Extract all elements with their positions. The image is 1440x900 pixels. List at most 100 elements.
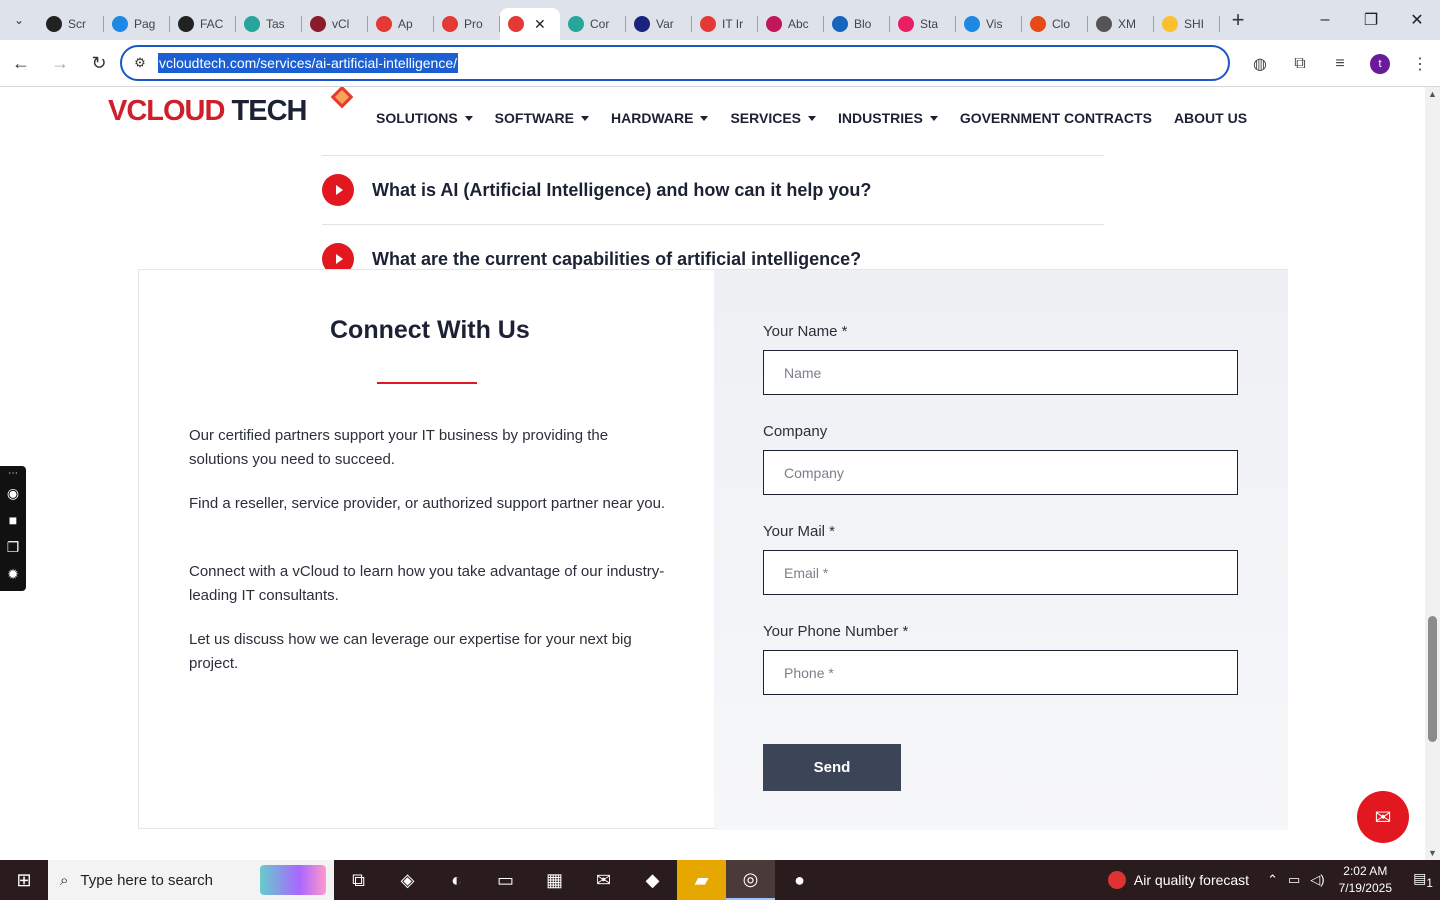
tray-icons: ⌃ ▭ ◁): [1267, 872, 1325, 888]
name-field[interactable]: [763, 350, 1238, 395]
reload-button[interactable]: ↻: [81, 45, 117, 81]
chat-icon: ✉: [1374, 806, 1392, 829]
tab[interactable]: Abc: [758, 8, 824, 40]
copilot-icon: ◈: [400, 869, 415, 890]
nav-item-services[interactable]: SERVICES: [730, 110, 817, 126]
tab-favicon-icon: [766, 16, 782, 32]
nav-item-government-contracts[interactable]: GOVERNMENT CONTRACTS: [960, 110, 1152, 126]
forward-button[interactable]: →: [42, 45, 78, 81]
tab-favicon-icon: [442, 16, 458, 32]
tab-favicon-icon: [700, 16, 716, 32]
file-explorer-button[interactable]: ▭: [481, 860, 530, 900]
translate-icon[interactable]: ◍: [1240, 54, 1280, 74]
scroll-thumb[interactable]: [1428, 616, 1437, 742]
scroll-up-icon[interactable]: ▲: [1425, 87, 1440, 101]
store-button[interactable]: ▦: [530, 860, 579, 900]
tab[interactable]: Vis: [956, 8, 1022, 40]
edge-button[interactable]: ◐: [432, 860, 481, 900]
tab[interactable]: Tas: [236, 8, 302, 40]
tab[interactable]: XM: [1088, 8, 1154, 40]
tab[interactable]: Ap: [368, 8, 434, 40]
window-icon[interactable]: ❐: [7, 534, 20, 561]
phone-field[interactable]: [763, 650, 1238, 695]
faq-item[interactable]: What is AI (Artificial Intelligence) and…: [322, 174, 871, 206]
nav-item-about-us[interactable]: ABOUT US: [1174, 110, 1247, 126]
tab-active[interactable]: ✕: [500, 8, 560, 40]
logo-diamond-icon: [330, 87, 354, 109]
taskbar-search[interactable]: ⌕ Type here to search: [48, 860, 334, 900]
logo-tech-text: TECH: [224, 95, 308, 127]
nav-item-industries[interactable]: INDUSTRIES: [838, 110, 938, 126]
minimize-button[interactable]: –: [1302, 0, 1348, 40]
restore-button[interactable]: ❐: [1348, 0, 1394, 40]
site-info-icon[interactable]: ⚙: [122, 55, 158, 71]
new-tab-button[interactable]: +: [1220, 0, 1256, 40]
tab-favicon-icon: [964, 16, 980, 32]
connect-title: Connect With Us: [330, 316, 530, 344]
profile-avatar[interactable]: t: [1370, 53, 1390, 74]
menu-icon[interactable]: ⋮: [1400, 54, 1440, 74]
tab-favicon-icon: [1096, 16, 1112, 32]
chat-button[interactable]: ✉: [1357, 791, 1409, 843]
notification-count: 1: [1426, 876, 1433, 890]
video-icon[interactable]: ■: [9, 507, 17, 534]
notification-button[interactable]: ▤1: [1406, 870, 1440, 890]
tab[interactable]: Clo: [1022, 8, 1088, 40]
tab[interactable]: Blo: [824, 8, 890, 40]
gear-icon[interactable]: ✹: [7, 561, 19, 588]
email-field[interactable]: [763, 550, 1238, 595]
email-label: Your Mail *: [763, 523, 835, 540]
volume-icon[interactable]: ◁): [1310, 872, 1324, 888]
mail-button[interactable]: ✉: [579, 860, 628, 900]
tab-search-button[interactable]: ⌄: [0, 0, 38, 40]
tab[interactable]: Pro: [434, 8, 500, 40]
back-button[interactable]: ←: [3, 45, 39, 81]
nav-item-software[interactable]: SOFTWARE: [495, 110, 590, 126]
page-scrollbar[interactable]: ▲ ▼: [1425, 87, 1440, 860]
site-logo[interactable]: VCLOUD TECH: [108, 87, 354, 135]
chevron-up-icon[interactable]: ⌃: [1267, 872, 1278, 888]
weather-widget[interactable]: Air quality forecast: [1107, 871, 1249, 889]
sticky-notes-button[interactable]: ▰: [677, 860, 726, 900]
close-window-button[interactable]: ✕: [1394, 0, 1440, 40]
copilot-button[interactable]: ◈: [383, 860, 432, 900]
tab-favicon-icon: [568, 16, 584, 32]
app-button[interactable]: ◆: [628, 860, 677, 900]
screen-capture-toolbar: ⋯ ◉ ■ ❐ ✹: [0, 466, 26, 591]
window-controls: – ❐ ✕: [1302, 0, 1440, 40]
extensions-icon[interactable]: ⧉: [1280, 55, 1320, 73]
tab[interactable]: SHI: [1154, 8, 1220, 40]
url-text[interactable]: vcloudtech.com/services/ai-artificial-in…: [158, 53, 459, 73]
company-field[interactable]: [763, 450, 1238, 495]
scroll-down-icon[interactable]: ▼: [1425, 846, 1440, 860]
tab[interactable]: IT Ir: [692, 8, 758, 40]
nav-item-hardware[interactable]: HARDWARE: [611, 110, 709, 126]
chrome-button[interactable]: ◎: [726, 860, 775, 900]
connect-paragraph: Let us discuss how we can leverage our e…: [189, 631, 632, 672]
tab[interactable]: Scr: [38, 8, 104, 40]
close-tab-icon[interactable]: ✕: [534, 16, 546, 33]
address-bar[interactable]: ⚙ vcloudtech.com/services/ai-artificial-…: [120, 45, 1230, 81]
tab[interactable]: FAC: [170, 8, 236, 40]
tab[interactable]: Sta: [890, 8, 956, 40]
tab[interactable]: Cor: [560, 8, 626, 40]
clock[interactable]: 2:02 AM 7/19/2025: [1339, 863, 1392, 897]
tab[interactable]: vCl: [302, 8, 368, 40]
tab-title: Cor: [590, 17, 610, 31]
faq-question: What is AI (Artificial Intelligence) and…: [372, 179, 872, 200]
camera-icon[interactable]: ◉: [7, 480, 19, 507]
zoom-button[interactable]: ●: [775, 860, 824, 900]
tab-list: Scr Pag FAC Tas vCl Ap Pro ✕ Cor Var IT Ir Abc Blo St…: [38, 0, 1220, 40]
caret-down-icon: [464, 115, 473, 121]
task-view-button[interactable]: ⧉: [334, 860, 383, 900]
media-controls-icon[interactable]: ≡: [1320, 55, 1360, 73]
windows-icon: ⊞: [16, 869, 32, 890]
tab-favicon-icon: [244, 16, 260, 32]
more-icon[interactable]: ⋯: [8, 468, 18, 480]
send-button[interactable]: Send: [763, 744, 901, 791]
tab[interactable]: Var: [626, 8, 692, 40]
network-icon[interactable]: ▭: [1288, 872, 1300, 888]
nav-item-solutions[interactable]: SOLUTIONS: [376, 110, 473, 126]
start-button[interactable]: ⊞: [0, 860, 48, 900]
tab[interactable]: Pag: [104, 8, 170, 40]
